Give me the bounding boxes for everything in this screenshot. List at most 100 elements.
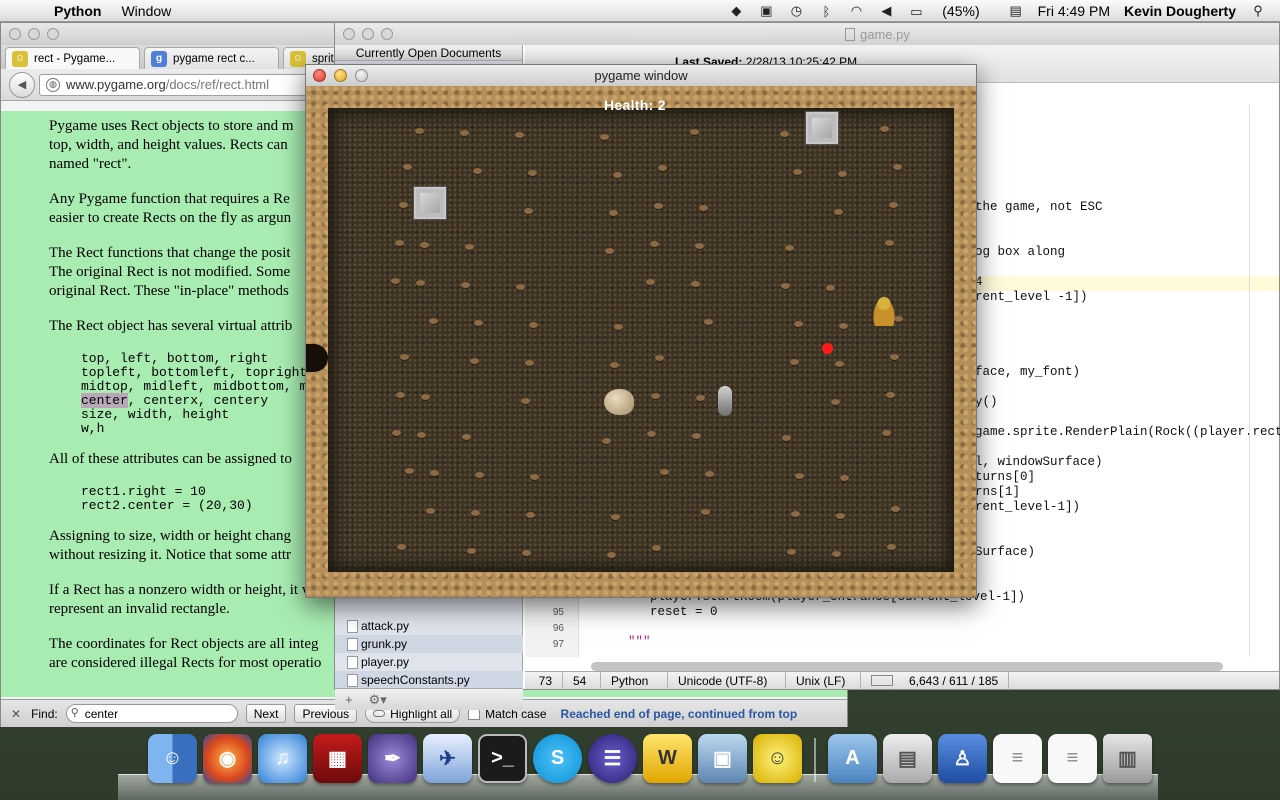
document-icon[interactable]: ≡ <box>1048 734 1097 783</box>
status-encoding[interactable]: Unicode (UTF-8) <box>668 671 786 690</box>
floor-pebble <box>474 320 483 326</box>
volume-icon[interactable]: ◀ <box>878 3 894 19</box>
preview-icon[interactable]: ▤ <box>883 734 932 783</box>
wing-ide-icon[interactable]: W <box>643 734 692 783</box>
finder-icon[interactable]: ☺ <box>148 734 197 783</box>
globe-icon: ◍ <box>46 77 60 92</box>
menu-extras: ◆ ▣ ◷ ᛒ ◠ ◀ ▭ (45%) ▤ Fri 4:49 PM Kevin … <box>728 0 1280 22</box>
floor-pebble <box>613 172 622 178</box>
floor-pebble <box>415 128 424 134</box>
tab-google-search[interactable]: g pygame rect c... <box>144 47 279 69</box>
close-findbar-icon[interactable]: ✕ <box>11 707 21 721</box>
floor-pebble <box>705 471 714 477</box>
close-button[interactable] <box>9 28 21 40</box>
floor-pebble <box>654 203 663 209</box>
floor-pebble <box>793 169 802 175</box>
itunes-icon[interactable]: ♫ <box>258 734 307 783</box>
minimize-button[interactable] <box>362 28 374 40</box>
dock-separator <box>814 738 816 782</box>
spotlight-search-icon[interactable]: ⚲ <box>1250 3 1266 19</box>
time-machine-icon[interactable]: ◷ <box>788 3 804 19</box>
iphoto-icon[interactable]: ▣ <box>698 734 747 783</box>
floor-pebble <box>461 282 470 288</box>
find-next-button[interactable]: Next <box>245 704 287 723</box>
menu-clock[interactable]: Fri 4:49 PM <box>1038 3 1110 19</box>
firefox-icon[interactable]: ◉ <box>203 734 252 783</box>
floor-pebble <box>420 242 429 248</box>
find-status-text: Reached end of page, continued from top <box>560 706 798 721</box>
window-manager-icon[interactable]: ▣ <box>758 3 774 19</box>
battery-icon: ▭ <box>910 3 923 19</box>
python-icon[interactable]: ☺ <box>753 734 802 783</box>
battery-status[interactable]: ▭ (45%) <box>908 3 993 20</box>
floor-pebble <box>886 392 895 398</box>
menu-app-name[interactable]: Python <box>54 3 101 19</box>
zoom-button[interactable] <box>355 69 368 82</box>
floor-pebble <box>426 508 435 514</box>
find-input[interactable]: ⚲ center <box>65 704 238 723</box>
dropbox-icon[interactable]: ◆ <box>728 3 744 19</box>
stone-block <box>414 187 446 219</box>
document-icon[interactable]: ≡ <box>993 734 1042 783</box>
menu-bar: Python Window ◆ ▣ ◷ ᛒ ◠ ◀ ▭ (45%) ▤ Fri … <box>0 0 1280 22</box>
floor-pebble <box>473 168 482 174</box>
document-icon <box>845 28 855 41</box>
floor-pebble <box>470 358 479 364</box>
document-icon <box>347 656 358 669</box>
url-bar[interactable]: ◍ www.pygame.org/docs/ref/rect.html <box>39 73 339 96</box>
floor-pebble <box>403 164 412 170</box>
tab-rect[interactable]: ☺ rect - Pygame... <box>5 47 140 69</box>
applications-folder-icon[interactable]: A <box>828 734 877 783</box>
vertical-scroll-track[interactable] <box>1249 105 1250 657</box>
add-icon[interactable]: + <box>345 692 353 707</box>
floor-pebble <box>658 165 667 171</box>
code-line: l, windowSurface) <box>975 455 1103 469</box>
downloads-icon[interactable]: ♙ <box>938 734 987 783</box>
python-file-icon <box>347 638 358 651</box>
minimize-button[interactable] <box>334 69 347 82</box>
jedit-icon[interactable]: ✈ <box>423 734 472 783</box>
wifi-icon[interactable]: ◠ <box>848 3 864 19</box>
battery-percent: (45%) <box>942 2 980 19</box>
menu-user[interactable]: Kevin Dougherty <box>1124 3 1236 19</box>
floor-pebble <box>395 240 404 246</box>
floor-pebble <box>610 362 619 368</box>
zoom-button[interactable] <box>47 28 59 40</box>
highlight-icon <box>373 710 386 717</box>
gear-icon[interactable]: ⚙▾ <box>369 692 387 708</box>
file-item-attack[interactable]: attack.py <box>335 617 523 635</box>
pygame-titlebar: pygame window <box>306 65 976 86</box>
dock: ☺ ◉ ♫ ▦ ✒ ✈ >_ S ☰ W ▣ ☺ A ▤ ♙ ≡ ≡ ▥ <box>118 728 1158 800</box>
terminal-icon[interactable]: >_ <box>478 734 527 783</box>
game-canvas[interactable]: Health: 2 <box>306 86 976 597</box>
floor-pebble <box>885 240 894 246</box>
photo-booth-icon[interactable]: ▦ <box>313 734 362 783</box>
status-line[interactable]: 73 <box>525 671 563 690</box>
bluetooth-icon[interactable]: ᛒ <box>818 4 834 19</box>
file-item-grunk[interactable]: grunk.py <box>335 635 523 653</box>
status-column[interactable]: 54 <box>563 671 601 690</box>
close-button[interactable] <box>313 69 326 82</box>
file-item-player[interactable]: player.py <box>335 653 523 671</box>
menu-window[interactable]: Window <box>121 3 171 19</box>
floor-pebble <box>696 395 705 401</box>
health-text: Health: 2 <box>604 97 666 113</box>
close-button[interactable] <box>343 28 355 40</box>
pygame-snake-icon: ☺ <box>12 50 28 67</box>
trash-icon[interactable]: ▥ <box>1103 734 1152 783</box>
eclipse-icon[interactable]: ☰ <box>588 734 637 783</box>
code-line: y() <box>975 395 998 409</box>
zoom-button[interactable] <box>381 28 393 40</box>
back-button[interactable]: ◀ <box>9 71 35 98</box>
file-item-speechconstants[interactable]: speechConstants.py <box>335 671 523 689</box>
floor-pebble <box>530 474 539 480</box>
status-line-endings[interactable]: Unix (LF) <box>786 671 861 690</box>
horizontal-scrollbar[interactable] <box>591 662 1223 671</box>
keyboard-viewer-icon[interactable]: ▤ <box>1008 3 1024 19</box>
floor-pebble <box>791 511 800 517</box>
status-language[interactable]: Python <box>601 671 668 690</box>
inkscape-icon[interactable]: ✒ <box>368 734 417 783</box>
skype-icon[interactable]: S <box>533 734 582 783</box>
floor-pebble <box>650 241 659 247</box>
minimize-button[interactable] <box>28 28 40 40</box>
